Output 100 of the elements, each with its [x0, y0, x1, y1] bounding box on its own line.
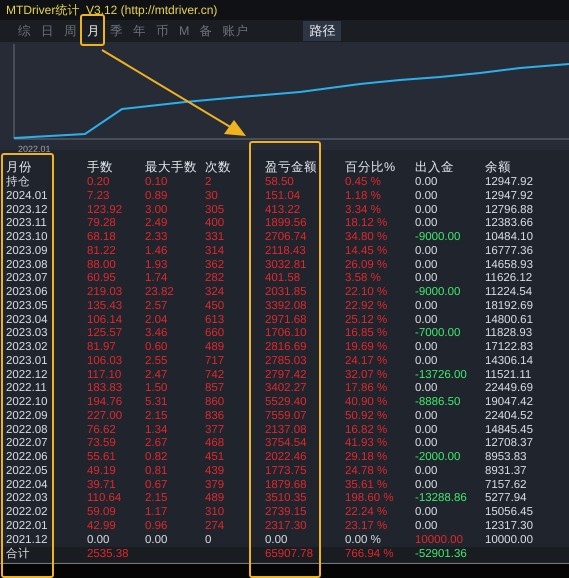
table-cell-text: 106.14 [87, 314, 124, 328]
column-header: 次数 [205, 159, 232, 176]
column-header: 盈亏金额 [265, 159, 318, 176]
table-cell-text: 613 [205, 314, 226, 328]
table-cell-text: 0.20 [87, 176, 110, 190]
table-cell-text: 314 [205, 244, 226, 258]
table-cell-text: 2031.85 [265, 286, 308, 300]
tab[interactable]: 账户 [217, 22, 254, 40]
table-cell-text: 377 [205, 424, 226, 438]
month-cell-text: 2023.08 [6, 258, 49, 272]
table-cell-text: 0.45 % [345, 176, 382, 190]
table-cell-text: 3.00 [145, 204, 168, 218]
table-cell-text: 22449.69 [485, 382, 534, 396]
table-cell-text: 219.03 [87, 286, 124, 300]
table-cell-text: 1.46 [145, 244, 168, 258]
table-cell-text: 10000.00 [485, 534, 534, 548]
table-cell-text: 7157.62 [485, 478, 528, 492]
tab[interactable]: 综 [13, 22, 36, 40]
month-cell-text: 2023.11 [6, 217, 48, 231]
table-cell-text: 1879.68 [265, 478, 308, 492]
tab[interactable]: 币 [151, 22, 174, 40]
table-cell-text: 23.82 [145, 286, 175, 300]
table-cell-text: 413.22 [265, 204, 302, 218]
table-cell-text: 2.49 [145, 217, 168, 231]
table-cell-text: 282 [205, 272, 226, 286]
table-cell-text: 106.03 [87, 354, 124, 368]
tab[interactable]: 季 [105, 22, 128, 40]
table-cell-text: 0.00 [415, 272, 438, 286]
table-cell-text: 0.00 [145, 534, 168, 548]
month-cell-text: 2022.07 [6, 437, 49, 451]
tab[interactable]: 周 [59, 22, 82, 40]
table-cell-text: 14658.93 [485, 258, 534, 272]
month-cell-text: 2023.03 [6, 327, 49, 341]
table-cell-text: 450 [205, 300, 226, 314]
table-cell-text: 14845.45 [485, 424, 534, 438]
month-cell-text: 2022.12 [6, 368, 49, 382]
table-cell-text: 717 [205, 354, 226, 368]
table-cell-text: 8953.83 [485, 451, 528, 465]
month-cell-text: 2022.06 [6, 451, 49, 465]
table-cell-text: 0.00 [265, 534, 288, 548]
table-cell-text: 2 [205, 176, 212, 190]
table-cell-text: 5529.40 [265, 396, 308, 410]
table-cell-text: 2317.30 [265, 520, 308, 534]
table-cell-text: 2535.38 [87, 547, 130, 562]
tab[interactable]: 日 [36, 22, 59, 40]
table-cell-text: 660 [205, 327, 226, 341]
table-cell-text: 18.12 % [345, 217, 388, 231]
table-cell-text: 305 [205, 204, 226, 218]
table-cell-text: 0.89 [145, 190, 168, 204]
table-cell-text: 3402.27 [265, 382, 308, 396]
table-cell-text: 60.95 [87, 272, 117, 286]
month-cell-text: 2023.06 [6, 286, 49, 300]
table-cell-text: 2.15 [145, 410, 168, 424]
table-cell-text: 0.00 [415, 506, 438, 520]
table-cell-text: 3392.08 [265, 300, 308, 314]
table-cell-text: -13288.86 [415, 492, 468, 506]
tab[interactable]: 备 [194, 22, 218, 40]
month-cell-text: 2023.09 [6, 244, 49, 258]
path-button[interactable]: 路径 [303, 21, 342, 41]
month-cell-text: 持仓 [6, 176, 31, 190]
table-cell-text: 1.50 [145, 382, 168, 396]
table-cell-text: 0.00 [415, 217, 438, 231]
month-cell-text: 2024.01 [6, 190, 49, 204]
month-cell-text: 2022.02 [6, 506, 49, 520]
table-cell-text: 2.33 [145, 231, 168, 245]
table-cell-text: 0 [205, 534, 212, 548]
month-cell-text: 合计 [6, 547, 31, 562]
month-cell-text: 2023.04 [6, 314, 49, 328]
table-cell-text: 18192.69 [485, 300, 534, 314]
table-cell-text: 10484.10 [485, 231, 534, 245]
table-cell-text: 151.04 [265, 190, 302, 204]
table-cell-text: 79.28 [87, 217, 117, 231]
table-cell-text: 1773.75 [265, 464, 308, 478]
table-cell-text: 15056.45 [485, 506, 534, 520]
table-cell-text: 125.57 [87, 327, 124, 341]
table-cell-text: 2785.03 [265, 354, 308, 368]
table-cell-text: 3.34 % [345, 204, 382, 218]
table-cell-text: 2971.68 [265, 314, 308, 328]
table-cell-text: 23.17 % [345, 520, 388, 534]
table-cell-text: 836 [205, 410, 226, 424]
table-cell-text: 0.00 [415, 354, 438, 368]
tab[interactable]: 月 [82, 22, 105, 40]
table-cell-text: 2739.15 [265, 506, 308, 520]
month-cell-text: 2023.07 [6, 272, 49, 286]
table-cell-text: 857 [205, 382, 226, 396]
table-cell-text: 30 [205, 190, 219, 204]
table-cell-text: 39.71 [87, 478, 117, 492]
table-cell-text: 1.74 [145, 272, 168, 286]
table-cell-text: 25.12 % [345, 314, 388, 328]
tab[interactable]: 年 [128, 22, 151, 40]
table-cell-text: 0.82 [145, 451, 168, 465]
table-cell-text: 55.61 [87, 451, 117, 465]
table-cell-text: 3032.81 [265, 258, 308, 272]
table-cell-text: 0.00 [415, 478, 438, 492]
table-cell-text: 65907.78 [265, 547, 314, 562]
month-cell-text: 2023.10 [6, 231, 49, 245]
table-cell-text: 14306.14 [485, 354, 534, 368]
tab[interactable]: M [174, 24, 194, 38]
table-cell-text: 0.00 [415, 176, 438, 190]
table-cell-text: 7559.07 [265, 410, 308, 424]
